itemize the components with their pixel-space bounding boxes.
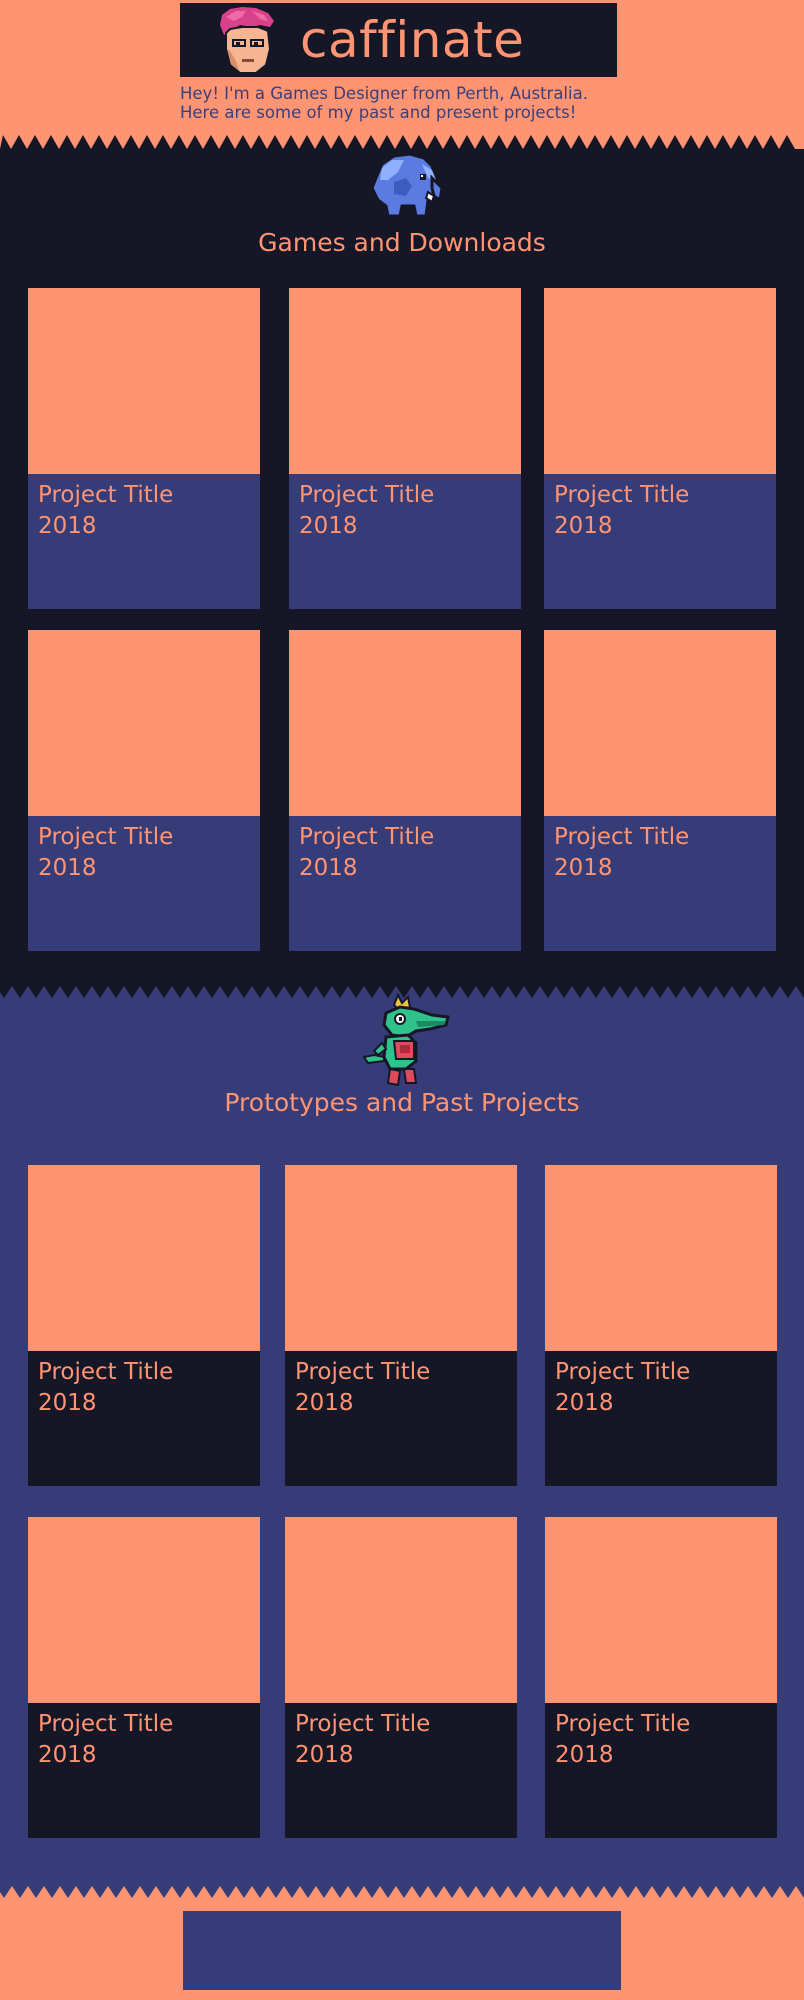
project-thumbnail[interactable]: [285, 1517, 517, 1703]
project-thumbnail[interactable]: [289, 288, 521, 474]
avatar-icon: [220, 7, 274, 74]
project-info: Project Title 2018: [285, 1351, 517, 1486]
project-info: Project Title 2018: [544, 474, 776, 609]
prototypes-section-title: Prototypes and Past Projects: [224, 1088, 580, 1117]
project-title[interactable]: Project Title: [38, 1709, 250, 1740]
project-year: 2018: [555, 1742, 614, 1768]
project-year: 2018: [38, 855, 97, 881]
project-title[interactable]: Project Title: [554, 822, 766, 853]
project-thumbnail[interactable]: [28, 630, 260, 816]
intro-text: Hey! I'm a Games Designer from Perth, Au…: [180, 84, 700, 122]
prototypes-section: Prototypes and Past Projects Project Tit…: [0, 984, 804, 1890]
site-footer: [0, 1884, 804, 2000]
project-info: Project Title 2018: [28, 1703, 260, 1838]
project-title[interactable]: Project Title: [38, 822, 250, 853]
project-title[interactable]: Project Title: [555, 1709, 767, 1740]
project-title[interactable]: Project Title: [295, 1709, 507, 1740]
project-card[interactable]: Project Title 2018: [544, 630, 776, 951]
project-card[interactable]: Project Title 2018: [544, 288, 776, 609]
project-card[interactable]: Project Title 2018: [285, 1517, 517, 1838]
project-thumbnail[interactable]: [28, 288, 260, 474]
project-year: 2018: [299, 513, 358, 539]
project-title[interactable]: Project Title: [295, 1357, 507, 1388]
project-card[interactable]: Project Title 2018: [289, 288, 521, 609]
project-year: 2018: [299, 855, 358, 881]
project-year: 2018: [295, 1390, 354, 1416]
project-card[interactable]: Project Title 2018: [28, 288, 260, 609]
project-info: Project Title 2018: [289, 816, 521, 951]
project-year: 2018: [555, 1390, 614, 1416]
project-info: Project Title 2018: [28, 474, 260, 609]
project-thumbnail[interactable]: [28, 1517, 260, 1703]
project-year: 2018: [38, 1390, 97, 1416]
project-info: Project Title 2018: [28, 816, 260, 951]
project-year: 2018: [554, 855, 613, 881]
project-thumbnail[interactable]: [544, 630, 776, 816]
project-card[interactable]: Project Title 2018: [28, 630, 260, 951]
project-title[interactable]: Project Title: [299, 822, 511, 853]
games-section-title: Games and Downloads: [258, 228, 546, 257]
project-year: 2018: [554, 513, 613, 539]
project-info: Project Title 2018: [285, 1703, 517, 1838]
site-header: caffinate Hey! I'm a Games Designer from…: [0, 0, 804, 135]
project-card[interactable]: Project Title 2018: [28, 1517, 260, 1838]
project-title[interactable]: Project Title: [299, 480, 511, 511]
zigzag-divider: [0, 129, 804, 149]
project-title[interactable]: Project Title: [555, 1357, 767, 1388]
project-info: Project Title 2018: [28, 1351, 260, 1486]
project-year: 2018: [38, 513, 97, 539]
project-info: Project Title 2018: [545, 1703, 777, 1838]
project-card[interactable]: Project Title 2018: [28, 1165, 260, 1486]
zigzag-divider: [0, 1884, 804, 1898]
project-card[interactable]: Project Title 2018: [545, 1517, 777, 1838]
project-card[interactable]: Project Title 2018: [289, 630, 521, 951]
crocodile-icon: [362, 992, 450, 1087]
project-thumbnail[interactable]: [28, 1165, 260, 1351]
project-info: Project Title 2018: [544, 816, 776, 951]
project-thumbnail[interactable]: [544, 288, 776, 474]
project-title[interactable]: Project Title: [38, 480, 250, 511]
project-title[interactable]: Project Title: [38, 1357, 250, 1388]
project-year: 2018: [38, 1742, 97, 1768]
games-section: Games and Downloads Project Title 2018 P…: [0, 129, 804, 985]
project-info: Project Title 2018: [289, 474, 521, 609]
intro-line-1: Hey! I'm a Games Designer from Perth, Au…: [180, 84, 588, 103]
project-thumbnail[interactable]: [545, 1165, 777, 1351]
project-title[interactable]: Project Title: [554, 480, 766, 511]
intro-line-2: Here are some of my past and present pro…: [180, 103, 577, 122]
project-card[interactable]: Project Title 2018: [545, 1165, 777, 1486]
elephant-icon: [370, 152, 444, 218]
project-year: 2018: [295, 1742, 354, 1768]
project-thumbnail[interactable]: [285, 1165, 517, 1351]
site-title[interactable]: caffinate: [300, 8, 600, 72]
footer-banner[interactable]: [183, 1911, 621, 1990]
project-info: Project Title 2018: [545, 1351, 777, 1486]
project-thumbnail[interactable]: [289, 630, 521, 816]
project-thumbnail[interactable]: [545, 1517, 777, 1703]
project-card[interactable]: Project Title 2018: [285, 1165, 517, 1486]
